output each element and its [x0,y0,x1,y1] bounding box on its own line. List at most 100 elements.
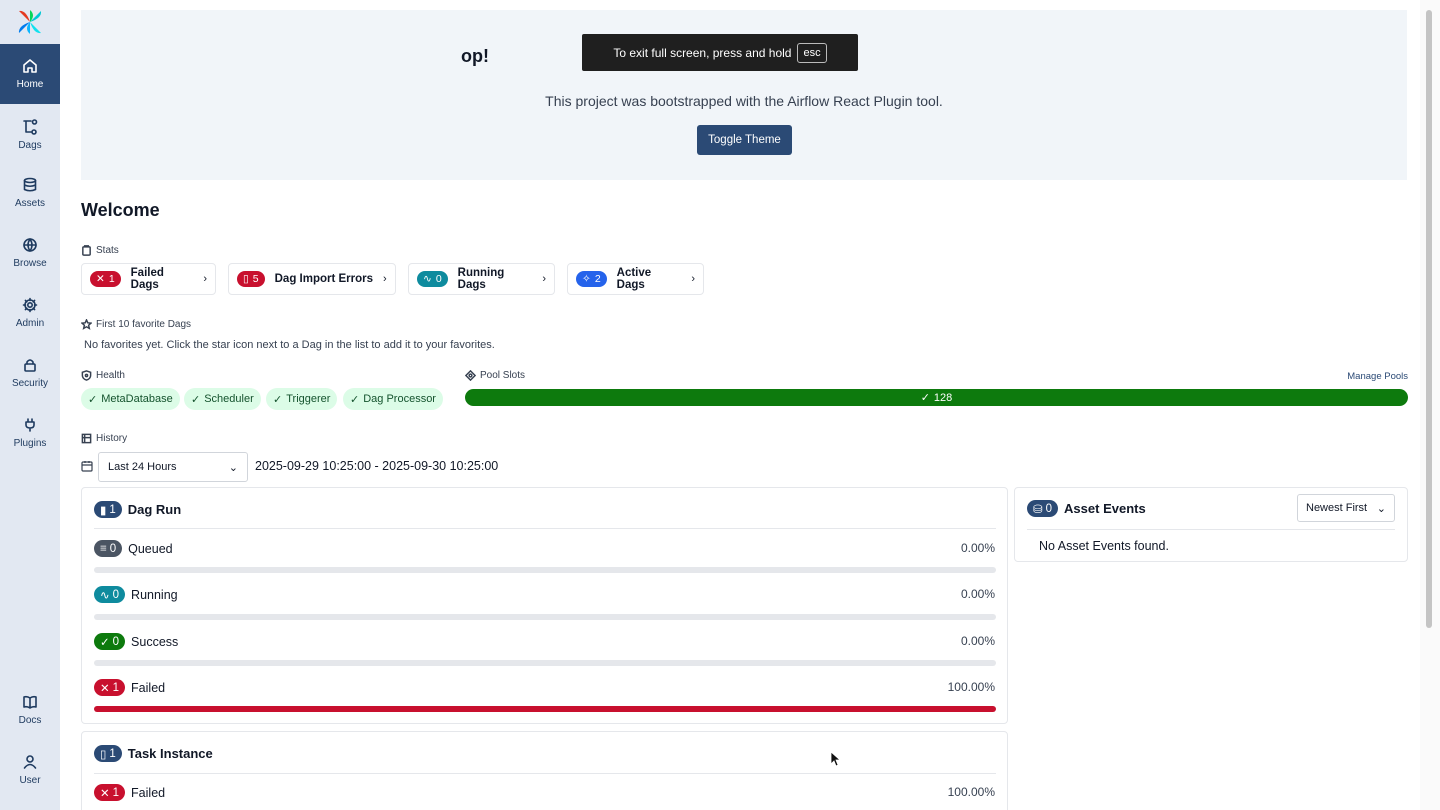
scrollbar-thumb[interactable] [1426,10,1432,628]
star-icon [81,319,92,330]
home-icon [23,59,37,73]
pool-slots-value: 128 [933,391,953,404]
manage-pools-link[interactable]: Manage Pools [1347,371,1408,382]
task-instance-card: ▯ 1 Task Instance ✕ 1 Failed 100.00% [81,731,1008,810]
toggle-theme-button[interactable]: Toggle Theme [697,125,792,155]
dag-run-queued[interactable]: ≡ 0 Queued [94,540,173,557]
nav-home[interactable]: Home [0,44,60,104]
check-icon: ✓ [191,393,201,406]
history-label-text: History [96,433,128,444]
asset-events-empty: No Asset Events found. [1039,539,1169,553]
stats-label-text: Stats [96,245,119,256]
pool-slots-bar[interactable]: ✓ 128 [465,389,1408,406]
shield-icon [81,370,92,381]
pool-slots-label: Pool Slots [465,370,525,381]
fullscreen-toast-text: To exit full screen, press and hold [613,45,792,60]
ti-failed-count: ✕ 1 [94,784,126,801]
clipboard-icon [82,245,91,256]
health-triggerer: ✓ Triggerer [266,388,338,410]
time-range-select[interactable]: Last 24 Hours ⌄ [98,452,248,482]
nav-assets[interactable]: Assets [0,164,60,222]
nav-home-label: Home [16,79,44,90]
task-instance-header: ▯ 1 Task Instance [94,745,213,762]
stat-dag-import-errors[interactable]: ▯ 5 Dag Import Errors › [228,263,396,295]
check-icon: ✓ [350,393,360,406]
success-pct: 0.00% [960,634,995,648]
health-metadatabase: ✓ MetaDatabase [81,388,180,410]
user-icon [23,755,37,769]
task-instance-count: ▯ 1 [94,745,122,762]
stat-running-dags[interactable]: ∿ 0 Running Dags › [408,263,555,295]
success-label: Success [131,634,179,649]
success-count: ✓ 0 [94,633,126,650]
asset-events-title: Asset Events [1064,501,1146,516]
plugin-title: op! [461,46,489,66]
nav-user[interactable]: User [0,741,60,799]
ti-failed-pct: 100.00% [947,785,995,799]
asset-events-card: ⛁ 0 Asset Events Newest First ⌄ No Asset… [1014,487,1408,562]
failed-label: Failed [131,680,166,695]
nav-docs[interactable]: Docs [0,681,60,739]
airflow-logo[interactable] [16,8,44,36]
nav-dags[interactable]: Dags [0,106,60,164]
time-range-value: Last 24 Hours [108,461,177,473]
target-icon [465,370,476,381]
task-instance-failed[interactable]: ✕ 1 Failed [94,784,165,801]
favorites-empty-text: No favorites yet. Click the star icon ne… [84,339,495,351]
divider [94,528,996,529]
queued-label: Queued [128,541,173,556]
nav-browse[interactable]: Browse [0,224,60,282]
nav-admin[interactable]: Admin [0,284,60,342]
nav-plugins-label: Plugins [13,438,47,449]
running-bar [94,614,996,620]
sidebar: Home Dags Assets Browse Admin Security P… [0,0,60,810]
asset-sort-value: Newest First [1306,502,1368,514]
asset-events-header: ⛁ 0 Asset Events [1027,500,1146,517]
nav-browse-label: Browse [13,258,47,269]
gear-icon [22,297,38,313]
nav-plugins[interactable]: Plugins [0,404,60,462]
stat-failed-dags[interactable]: ✕ 1 Failed Dags › [81,263,216,295]
page-scrollbar[interactable] [1420,0,1440,810]
divider [94,773,996,774]
favorites-label: First 10 favorite Dags [81,319,191,330]
task-instance-title: Task Instance [127,746,213,761]
running-count: ∿ 0 [94,586,126,603]
plug-icon [25,418,35,432]
favorites-label-text: First 10 favorite Dags [96,319,192,330]
dag-run-header: ▮ 1 Dag Run [94,501,181,518]
check-icon: ✓ [273,393,283,406]
nav-security[interactable]: Security [0,344,60,402]
dag-run-running[interactable]: ∿ 0 Running [94,586,178,603]
import-errors-count: ▯ 5 [237,271,265,287]
esc-key: esc [797,42,827,63]
pool-slots-label-text: Pool Slots [480,370,526,381]
failed-bar [94,706,996,712]
calendar-icon [81,461,93,472]
asset-sort-select[interactable]: Newest First ⌄ [1297,494,1395,522]
dag-run-failed[interactable]: ✕ 1 Failed [94,679,165,696]
failed-pct: 100.00% [947,680,995,694]
dag-run-success[interactable]: ✓ 0 Success [94,633,178,650]
running-pct: 0.00% [960,587,995,601]
queued-count: ≡ 0 [94,540,123,557]
active-dags-count: ✧ 2 [576,271,607,287]
nav-security-label: Security [11,378,49,389]
page-title: Welcome [81,200,160,220]
health-label-text: Health [96,370,125,381]
chevron-right-icon: › [203,273,207,285]
divider [1027,529,1395,530]
import-errors-label: Dag Import Errors [274,273,374,285]
fullscreen-exit-toast: To exit full screen, press and hold esc [582,34,858,71]
chevron-down-icon: ⌄ [1376,502,1386,515]
failed-dags-label: Failed Dags [130,267,164,291]
check-icon: ✓ [88,393,98,406]
chevron-right-icon: › [383,273,387,285]
chevron-right-icon: › [542,273,546,285]
running-label: Running [131,587,178,602]
globe-icon [23,238,37,252]
nav-dags-label: Dags [18,140,42,151]
chevron-down-icon: ⌄ [228,461,238,474]
nav-docs-label: Docs [18,715,42,726]
stat-active-dags[interactable]: ✧ 2 Active Dags › [567,263,704,295]
